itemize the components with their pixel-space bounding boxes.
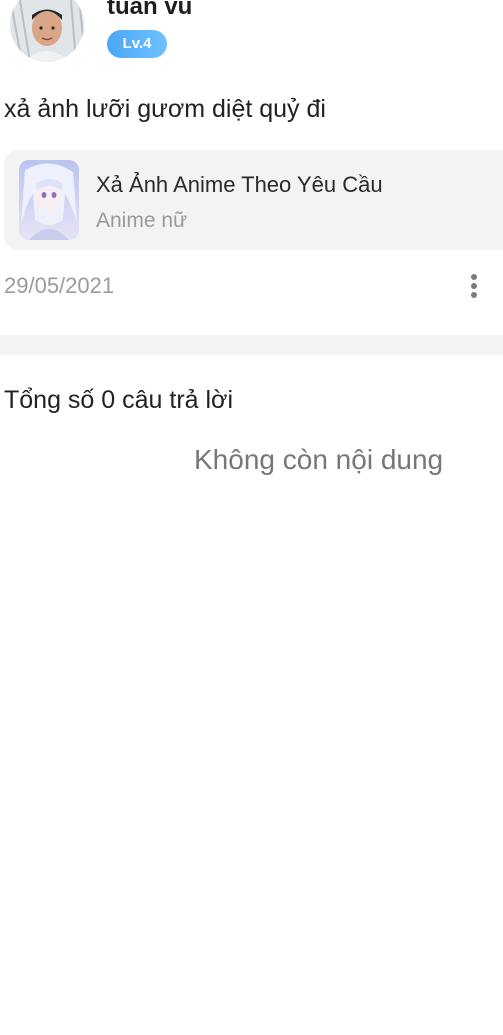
group-card[interactable]: Xả Ảnh Anime Theo Yêu Cầu Anime nữ [4,150,503,250]
post-detail-page: tuan vu Lv.4 xả ảnh lưỡi gươm diệt quỷ đ… [0,0,503,1035]
level-badge: Lv.4 [107,30,167,58]
author-name[interactable]: tuan vu [107,0,192,22]
avatar[interactable] [10,0,84,62]
group-title: Xả Ảnh Anime Theo Yêu Cầu [96,172,383,197]
group-subtitle: Anime nữ [96,209,188,232]
dot [471,274,477,280]
post-date: 29/05/2021 [4,273,115,298]
empty-state-text: Không còn nội dung [194,444,444,475]
dot [471,283,477,289]
group-thumbnail [19,160,79,240]
more-vertical-icon[interactable] [458,268,490,304]
section-divider [0,335,503,355]
answers-count: Tổng số 0 câu trả lời [4,386,234,414]
post-text: xả ảnh lưỡi gươm diệt quỷ đi [4,95,326,123]
dot [471,292,477,298]
avatar-image [10,0,84,62]
